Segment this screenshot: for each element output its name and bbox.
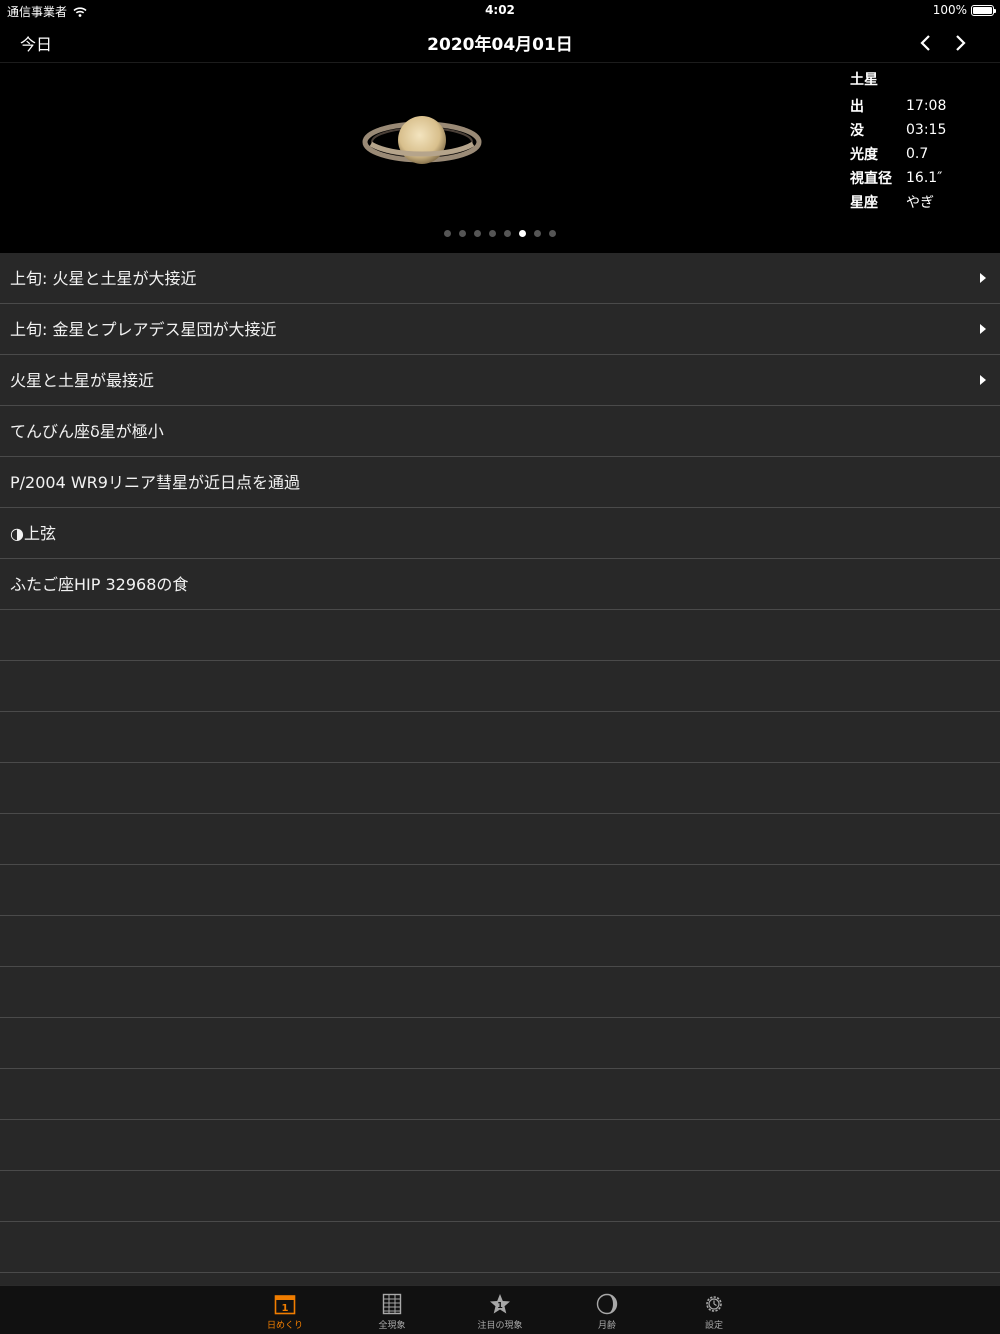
event-label: 上旬: 火星と土星が大接近 [10,269,197,288]
svg-text:1: 1 [282,1303,289,1314]
previous-day-button[interactable] [910,28,940,58]
empty-row [0,1273,1000,1285]
event-label: てんびん座δ星が極小 [10,422,164,441]
info-label: 光度 [850,147,878,163]
event-row[interactable]: 上旬: 火星と土星が大接近 [0,253,1000,304]
tab-label: 全現象 [378,1321,406,1331]
info-value: 03:15 [906,122,947,138]
event-label: P/2004 WR9リニア彗星が近日点を通過 [10,473,300,492]
empty-row [0,865,1000,916]
gear-icon [706,1296,722,1312]
status-bar: 通信事業者 4:02 100% [0,0,1000,22]
page-dot[interactable] [549,230,556,237]
chevron-left-icon [920,35,930,51]
info-label: 星座 [850,195,878,211]
page-dot[interactable] [489,230,496,237]
tab-moon-age[interactable]: 月齢 [567,1290,647,1331]
tab-calendar[interactable]: 1 日めくり [245,1290,325,1331]
page-dot[interactable] [444,230,451,237]
info-row-magnitude: 光度 0.7 [850,142,946,166]
next-day-button[interactable] [946,28,976,58]
empty-row [0,763,1000,814]
planet-name: 土星 [850,72,878,88]
tab-label: 設定 [704,1321,723,1331]
planet-info-panel: 土星 出 17:08 没 03:15 光度 0.7 視直径 16.1″ 星座 や… [850,70,946,214]
empty-row [0,610,1000,661]
clock: 4:02 [485,3,515,17]
info-label: 視直径 [850,171,892,187]
event-row[interactable]: てんびん座δ星が極小 [0,406,1000,457]
page-indicator[interactable] [0,230,1000,237]
empty-row [0,967,1000,1018]
planet-carousel[interactable]: 土星 出 17:08 没 03:15 光度 0.7 視直径 16.1″ 星座 や… [0,64,1000,253]
event-row[interactable]: 火星と土星が最接近 [0,355,1000,406]
disclosure-arrow-icon [980,375,986,385]
event-row[interactable]: ふたご座HIP 32968の食 [0,559,1000,610]
event-row[interactable]: P/2004 WR9リニア彗星が近日点を通過 [0,457,1000,508]
empty-row [0,1069,1000,1120]
info-label: 出 [850,99,864,115]
empty-row [0,814,1000,865]
empty-row [0,712,1000,763]
info-label: 没 [850,123,864,139]
list-grid-icon [382,1293,402,1315]
battery-group: 100% [932,3,996,17]
tab-bar: 1 日めくり 全現象 1 注目の現象 月齢 設定 [0,1285,1000,1334]
battery-percent: 100% [932,3,967,17]
tab-label: 注目の現象 [477,1321,523,1331]
empty-row [0,1120,1000,1171]
disclosure-arrow-icon [980,324,986,334]
event-label: 火星と土星が最接近 [10,371,155,390]
event-label: ◑上弦 [10,524,56,543]
info-row-diameter: 視直径 16.1″ [850,166,946,190]
empty-row [0,1222,1000,1273]
tab-settings[interactable]: 設定 [674,1290,754,1331]
today-button[interactable]: 今日 [20,31,52,55]
info-value: 17:08 [906,98,947,114]
event-label: 上旬: 金星とプレアデス星団が大接近 [10,320,277,339]
info-row-constellation: 星座 やぎ [850,190,946,214]
tab-featured-events[interactable]: 1 注目の現象 [460,1290,540,1331]
empty-row [0,916,1000,967]
navigation-bar: 今日 2020年04月01日 [0,22,1000,63]
event-list: 上旬: 火星と土星が大接近上旬: 金星とプレアデス星団が大接近 火星と土星が最接近… [0,253,1000,1285]
page-dot[interactable] [459,230,466,237]
empty-row [0,1018,1000,1069]
tab-label: 月齢 [597,1321,616,1331]
page-title: 2020年04月01日 [427,35,573,55]
empty-row [0,661,1000,712]
event-label: ふたご座HIP 32968の食 [10,575,189,594]
event-row[interactable]: ◑上弦 [0,508,1000,559]
chevron-right-icon [956,35,966,51]
star-badge-icon: 1 [490,1294,510,1314]
tab-all-events[interactable]: 全現象 [352,1290,432,1331]
info-row-set: 没 03:15 [850,118,946,142]
page-dot-active[interactable] [519,230,526,237]
saturn-image [362,116,482,164]
info-value: 16.1″ [906,170,943,186]
page-dot[interactable] [504,230,511,237]
page-dot[interactable] [474,230,481,237]
event-row[interactable]: 上旬: 金星とプレアデス星団が大接近 [0,304,1000,355]
info-value: 0.7 [906,146,929,162]
disclosure-arrow-icon [980,273,986,283]
info-value: やぎ [906,195,934,211]
empty-row [0,1171,1000,1222]
tab-label: 日めくり [266,1321,303,1331]
moon-icon [596,1293,618,1315]
svg-text:1: 1 [497,1301,503,1310]
info-row-rise: 出 17:08 [850,94,946,118]
battery-icon [971,4,996,16]
page-dot[interactable] [534,230,541,237]
calendar-icon: 1 [274,1295,296,1315]
